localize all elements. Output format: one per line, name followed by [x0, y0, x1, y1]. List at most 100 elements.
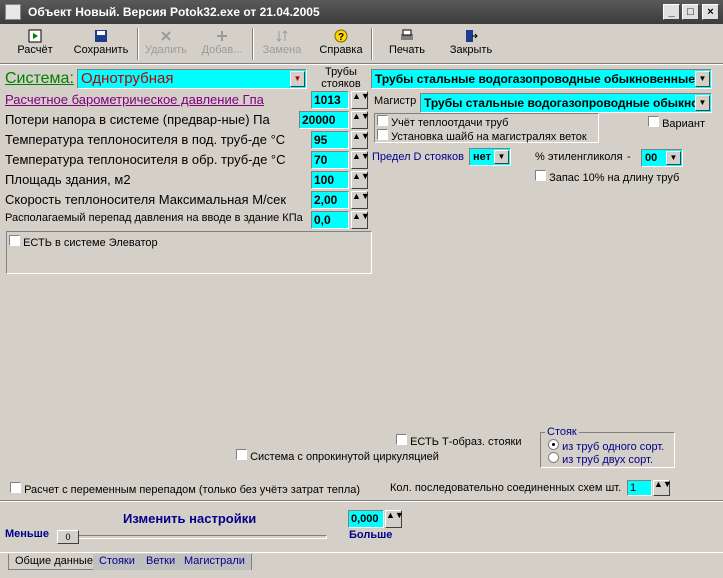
- spin-button[interactable]: ▲▼: [385, 510, 404, 528]
- checkbox-icon[interactable]: [9, 235, 20, 246]
- chevron-down-icon[interactable]: ▼: [695, 71, 710, 87]
- add-label: Добав...: [201, 44, 243, 56]
- exit-icon: [466, 30, 478, 42]
- param-input[interactable]: 20000: [299, 111, 349, 129]
- chevron-down-icon[interactable]: ▼: [695, 95, 710, 111]
- close-window-button[interactable]: ×: [702, 4, 719, 20]
- tab-branches[interactable]: Ветки: [140, 554, 183, 570]
- floppy-icon: [95, 30, 107, 42]
- help-label: Справка: [319, 44, 363, 56]
- spin-button[interactable]: ▲▼: [351, 131, 370, 149]
- tab-mains[interactable]: Магистрали: [178, 554, 252, 570]
- riser-option-one[interactable]: из труб одного сорт.: [548, 439, 664, 453]
- less-label: Меньше: [5, 528, 49, 540]
- chevron-down-icon[interactable]: ▼: [290, 71, 305, 87]
- elevator-label: ЕСТЬ в системе Элеватор: [23, 237, 158, 249]
- close-button[interactable]: Закрыть: [443, 26, 499, 62]
- series-count-input[interactable]: 1: [627, 480, 652, 496]
- risers-pipes-select[interactable]: Трубы стальные водогазопроводные обыкнов…: [371, 69, 712, 89]
- section-divider: [0, 500, 723, 502]
- replace-button[interactable]: Замена: [257, 26, 307, 62]
- main-pipes-select[interactable]: Трубы стальные водогазопроводные обыкно ▼: [420, 93, 712, 113]
- toolbar-separator: [137, 28, 139, 60]
- checkbox-icon[interactable]: [396, 434, 407, 445]
- add-button[interactable]: Добав...: [196, 26, 248, 62]
- toolbar-separator: [252, 28, 254, 60]
- minimize-button[interactable]: _: [663, 4, 680, 20]
- param-input[interactable]: 1013: [311, 91, 349, 109]
- spin-button[interactable]: ▲▼: [351, 151, 370, 169]
- sort-icon: [276, 30, 288, 42]
- param-label: Температура теплоносителя в обр. труб-де…: [5, 152, 286, 167]
- riser-option-two[interactable]: из труб двух сорт.: [548, 452, 653, 466]
- param-label: Площадь здания, м2: [5, 172, 131, 187]
- print-button[interactable]: Печать: [379, 26, 435, 62]
- riser-d-select[interactable]: нет ▼: [469, 148, 511, 166]
- save-label: Сохранить: [73, 44, 129, 56]
- add-icon: [217, 31, 227, 41]
- close-label: Закрыть: [449, 44, 493, 56]
- variable-drop-checkbox[interactable]: Расчет с переменным перепадом (только бе…: [10, 482, 360, 496]
- main-pipes-value: Трубы стальные водогазопроводные обыкно: [424, 96, 699, 110]
- glycol-select[interactable]: 00 ▼: [641, 149, 683, 167]
- play-icon: [28, 29, 42, 43]
- param-input[interactable]: 95: [311, 131, 349, 149]
- riser-d-value: нет: [473, 151, 492, 163]
- param-input[interactable]: 0,0: [311, 211, 349, 229]
- calc-label: Расчёт: [17, 44, 53, 56]
- spin-button[interactable]: ▲▼: [351, 91, 370, 109]
- checkbox-icon[interactable]: [377, 115, 388, 126]
- tab-general[interactable]: Общие данные: [8, 554, 100, 570]
- slider-track[interactable]: [57, 535, 327, 539]
- variant-checkbox[interactable]: Вариант: [648, 116, 705, 130]
- param-input[interactable]: 100: [311, 171, 349, 189]
- riser-option-two-label: из труб двух сорт.: [562, 454, 653, 466]
- help-button[interactable]: ? Справка: [313, 26, 369, 62]
- glycol-dash: -: [627, 151, 631, 163]
- checkbox-icon[interactable]: [236, 449, 247, 460]
- spin-button[interactable]: ▲▼: [653, 480, 672, 496]
- param-input[interactable]: 2,00: [311, 191, 349, 209]
- param-label: Расчетное барометрическое давление Гпа: [5, 92, 264, 107]
- checkbox-icon[interactable]: [648, 116, 659, 127]
- spin-button[interactable]: ▲▼: [351, 171, 370, 189]
- spin-button[interactable]: ▲▼: [351, 191, 370, 209]
- checkbox-icon[interactable]: [535, 170, 546, 181]
- save-button[interactable]: Сохранить: [69, 26, 133, 62]
- t-risers-checkbox[interactable]: ЕСТЬ Т-образ. стояки: [396, 434, 522, 448]
- help-icon: ?: [334, 29, 348, 43]
- delete-button[interactable]: Удалить: [141, 26, 191, 62]
- toolbar-separator: [371, 28, 373, 60]
- calc-button[interactable]: Расчёт: [7, 26, 63, 62]
- more-label: Больше: [349, 529, 393, 541]
- radio-icon[interactable]: [548, 452, 559, 463]
- maximize-button[interactable]: □: [682, 4, 699, 20]
- tabs-line: [0, 552, 723, 553]
- pipe-heat-checkbox[interactable]: Учёт теплоотдачи труб: [377, 115, 508, 129]
- risers-pipes-value: Трубы стальные водогазопроводные обыкнов…: [375, 72, 695, 86]
- param-input[interactable]: 70: [311, 151, 349, 169]
- checkbox-icon[interactable]: [377, 129, 388, 140]
- elevator-checkbox[interactable]: ЕСТЬ в системе Элеватор: [9, 235, 158, 249]
- checkbox-icon[interactable]: [10, 482, 21, 493]
- slider-thumb[interactable]: 0: [57, 530, 79, 544]
- risers-pipes-label: Трубы стояков: [321, 66, 361, 90]
- print-label: Печать: [388, 44, 426, 56]
- radio-icon[interactable]: [548, 439, 559, 450]
- chevron-down-icon[interactable]: ▼: [494, 150, 509, 164]
- param-label: Располагаемый перепад давления на вводе …: [5, 212, 303, 224]
- param-label: Температура теплоносителя в под. труб-де…: [5, 132, 286, 147]
- spin-button[interactable]: ▲▼: [351, 111, 370, 129]
- system-select[interactable]: Однотрубная ▼: [77, 69, 307, 89]
- spin-button[interactable]: ▲▼: [351, 211, 370, 229]
- chevron-down-icon[interactable]: ▼: [666, 151, 681, 165]
- settings-value-input[interactable]: 0,000: [348, 510, 384, 528]
- overturned-checkbox[interactable]: Система с опрокинутой циркуляцией: [236, 449, 439, 463]
- washers-checkbox[interactable]: Установка шайб на магистралях веток: [377, 129, 587, 143]
- toolbar-divider: [0, 63, 723, 65]
- param-label: Потери напора в системе (предвар-ные) Па: [5, 112, 270, 127]
- main-pipes-label: Магистр: [374, 95, 417, 107]
- system-value: Однотрубная: [81, 70, 174, 87]
- tab-risers[interactable]: Стояки: [93, 554, 142, 570]
- reserve-checkbox[interactable]: Запас 10% на длину труб: [535, 170, 679, 184]
